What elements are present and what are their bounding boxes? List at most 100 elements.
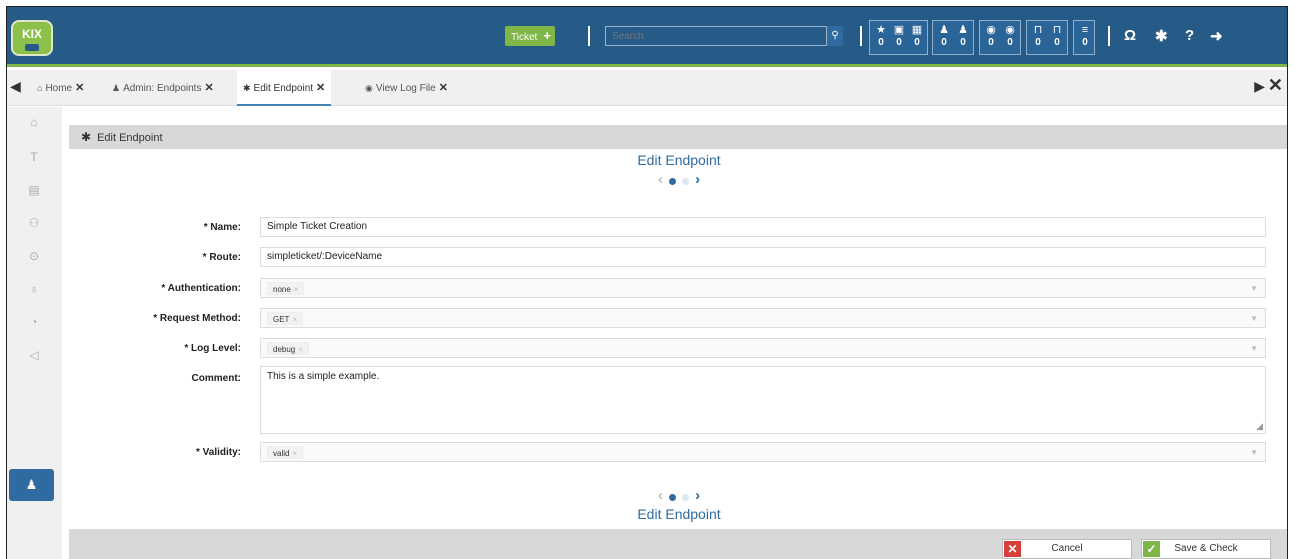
comment-textarea[interactable]: This is a simple example. ◢ <box>260 366 1266 434</box>
org-icon[interactable]: ⚇ <box>26 216 42 230</box>
search-icon[interactable]: ⚲ <box>827 26 843 46</box>
calendar-icon[interactable]: ▦ 0 <box>908 21 926 48</box>
lock-new-icon[interactable]: ⊓ 0 <box>1029 21 1047 48</box>
config-icon[interactable]: ⊙ <box>26 249 42 263</box>
announcement-icon[interactable]: ◁ <box>26 348 42 362</box>
header-divider <box>860 26 862 46</box>
counter-value: 0 <box>896 37 902 48</box>
name-label: * Name: <box>203 222 241 233</box>
authentication-label: * Authentication: <box>161 283 241 294</box>
tab-edit-endpoint[interactable]: ✱ Edit Endpoint ✕ <box>237 70 332 106</box>
resize-handle-icon[interactable]: ◢ <box>1256 421 1263 432</box>
validity-select[interactable]: valid × ▼ <box>260 442 1266 462</box>
user-icon[interactable]: ♟ 0 <box>954 21 972 48</box>
gear-icon: ✱ <box>81 130 92 144</box>
eye-icon[interactable]: ◉ 0 <box>1001 21 1019 48</box>
chevron-right-icon[interactable]: › <box>695 171 700 188</box>
chip-text: valid <box>273 449 290 458</box>
lock-icon[interactable]: ⊓ 0 <box>1048 21 1066 48</box>
close-icon[interactable]: ✕ <box>204 82 213 94</box>
chevron-left-icon[interactable]: ‹ <box>658 487 663 504</box>
sidebar: ⌂ T ▤ ⚇ ⊙ ♁ ◔ ◁ ♟ <box>7 107 62 559</box>
search-input[interactable] <box>605 26 827 46</box>
close-icon[interactable]: ✕ <box>316 82 325 94</box>
list-icon[interactable]: ≡ 0 <box>1076 21 1094 48</box>
chevron-down-icon[interactable]: ▼ <box>1250 340 1258 358</box>
eye-glyph: ◉ <box>1005 24 1015 36</box>
eye-icon: ◉ <box>365 83 373 93</box>
ticket-label: Ticket <box>511 32 538 43</box>
authentication-select[interactable]: none × ▼ <box>260 278 1266 298</box>
ticket-icon[interactable]: T <box>26 150 42 164</box>
favorites-counter-group: ★ 0 ▣ 0 ▦ 0 <box>869 20 928 55</box>
name-field[interactable]: Simple Ticket Creation <box>260 217 1266 237</box>
save-check-button[interactable]: ✓ Save & Check <box>1141 539 1271 559</box>
tab-scroll-right-icon[interactable]: ▶ <box>1254 78 1265 95</box>
counter-value: 0 <box>1082 37 1088 48</box>
selected-chip: GET × <box>267 312 304 325</box>
comment-label: Comment: <box>191 373 241 384</box>
logout-icon[interactable]: ➜ <box>1210 27 1223 45</box>
chevron-down-icon[interactable]: ▼ <box>1250 310 1258 328</box>
report-icon[interactable]: ◔ <box>26 315 42 329</box>
tab-label: Home <box>45 83 73 94</box>
page-dot-active[interactable] <box>669 493 676 501</box>
help-icon[interactable]: ? <box>1185 27 1194 44</box>
eye-new-icon[interactable]: ◉ 0 <box>982 21 1000 48</box>
remove-icon[interactable]: × <box>292 449 297 458</box>
agent-icon[interactable]: Ω <box>1124 27 1136 44</box>
chevron-down-icon[interactable]: ▼ <box>1250 280 1258 298</box>
form-pager-bottom: ‹ › <box>69 487 1287 504</box>
form-footer-title: Edit Endpoint <box>637 506 721 522</box>
tab-view-log-file[interactable]: ◉ View Log File ✕ <box>359 70 454 106</box>
validity-label: * Validity: <box>195 447 241 458</box>
chevron-left-icon[interactable]: ‹ <box>658 171 663 188</box>
list-counter-group: ≡ 0 <box>1073 20 1095 55</box>
request-method-select[interactable]: GET × ▼ <box>260 308 1266 328</box>
route-field[interactable]: simpleticket/:DeviceName <box>260 247 1266 267</box>
tab-scroll-left-icon[interactable]: ◀ <box>10 78 21 95</box>
lock-glyph: ⊓ <box>1052 24 1062 36</box>
log-level-select[interactable]: debug × ▼ <box>260 338 1266 358</box>
form-pager-top: ‹ › <box>69 171 1287 188</box>
document-icon[interactable]: ▤ <box>26 183 42 197</box>
tab-home[interactable]: ⌂ Home ✕ <box>31 70 90 106</box>
log-level-label: * Log Level: <box>184 343 241 354</box>
chevron-down-icon[interactable]: ▼ <box>1250 444 1258 462</box>
cancel-label: Cancel <box>1051 543 1083 554</box>
check-icon: ✓ <box>1143 541 1160 557</box>
remove-icon[interactable]: × <box>298 345 303 354</box>
close-icon[interactable]: ✕ <box>75 82 84 94</box>
home-icon[interactable]: ⌂ <box>26 115 42 129</box>
close-icon[interactable]: ✕ <box>439 82 448 94</box>
page-dot[interactable] <box>682 493 689 501</box>
chip-text: none <box>273 285 291 294</box>
faq-icon[interactable]: ♁ <box>26 282 42 296</box>
watched-counter-group: ◉ 0 ◉ 0 <box>979 20 1021 55</box>
tab-bar: ⌂ Home ✕ ♟ Admin: Endpoints ✕ ✱ Edit Endpoint… <box>7 70 1287 106</box>
calendar-check-icon[interactable]: ▣ 0 <box>890 21 908 48</box>
page-dot[interactable] <box>682 177 689 185</box>
counter-value: 0 <box>1007 37 1013 48</box>
kix-logo[interactable]: KIX <box>11 20 53 56</box>
cancel-button[interactable]: ✕ Cancel <box>1002 539 1132 559</box>
form-title: Edit Endpoint <box>637 152 721 168</box>
selected-chip: valid × <box>267 446 304 459</box>
close-icon: ✕ <box>1004 541 1021 557</box>
gear-icon: ✱ <box>243 83 251 93</box>
app-window: KIX Ticket+ ⚲ ★0 ▣0 ▦0 ♟0 ♟0 ◉0 ◉0 ⊓0 ⊓0… <box>6 6 1288 559</box>
gear-icon[interactable]: ✱ <box>1155 27 1168 45</box>
page-dot-active[interactable] <box>669 177 676 185</box>
chevron-right-icon[interactable]: › <box>695 487 700 504</box>
admin-icon[interactable]: ♟ <box>9 469 54 501</box>
owner-counter-group: ♟ 0 ♟ 0 <box>932 20 974 55</box>
close-all-tabs-icon[interactable]: ✕ <box>1268 75 1283 96</box>
star-icon[interactable]: ★ 0 <box>872 21 890 48</box>
new-ticket-button[interactable]: Ticket + <box>505 26 555 46</box>
remove-icon[interactable]: × <box>292 315 297 324</box>
calendar-check-glyph: ▣ <box>893 24 905 36</box>
user-new-icon[interactable]: ♟ 0 <box>935 21 953 48</box>
remove-icon[interactable]: × <box>294 285 299 294</box>
top-header: KIX Ticket+ ⚲ ★0 ▣0 ▦0 ♟0 ♟0 ◉0 ◉0 ⊓0 ⊓0… <box>7 7 1287 67</box>
tab-admin-endpoints[interactable]: ♟ Admin: Endpoints ✕ <box>106 70 220 106</box>
